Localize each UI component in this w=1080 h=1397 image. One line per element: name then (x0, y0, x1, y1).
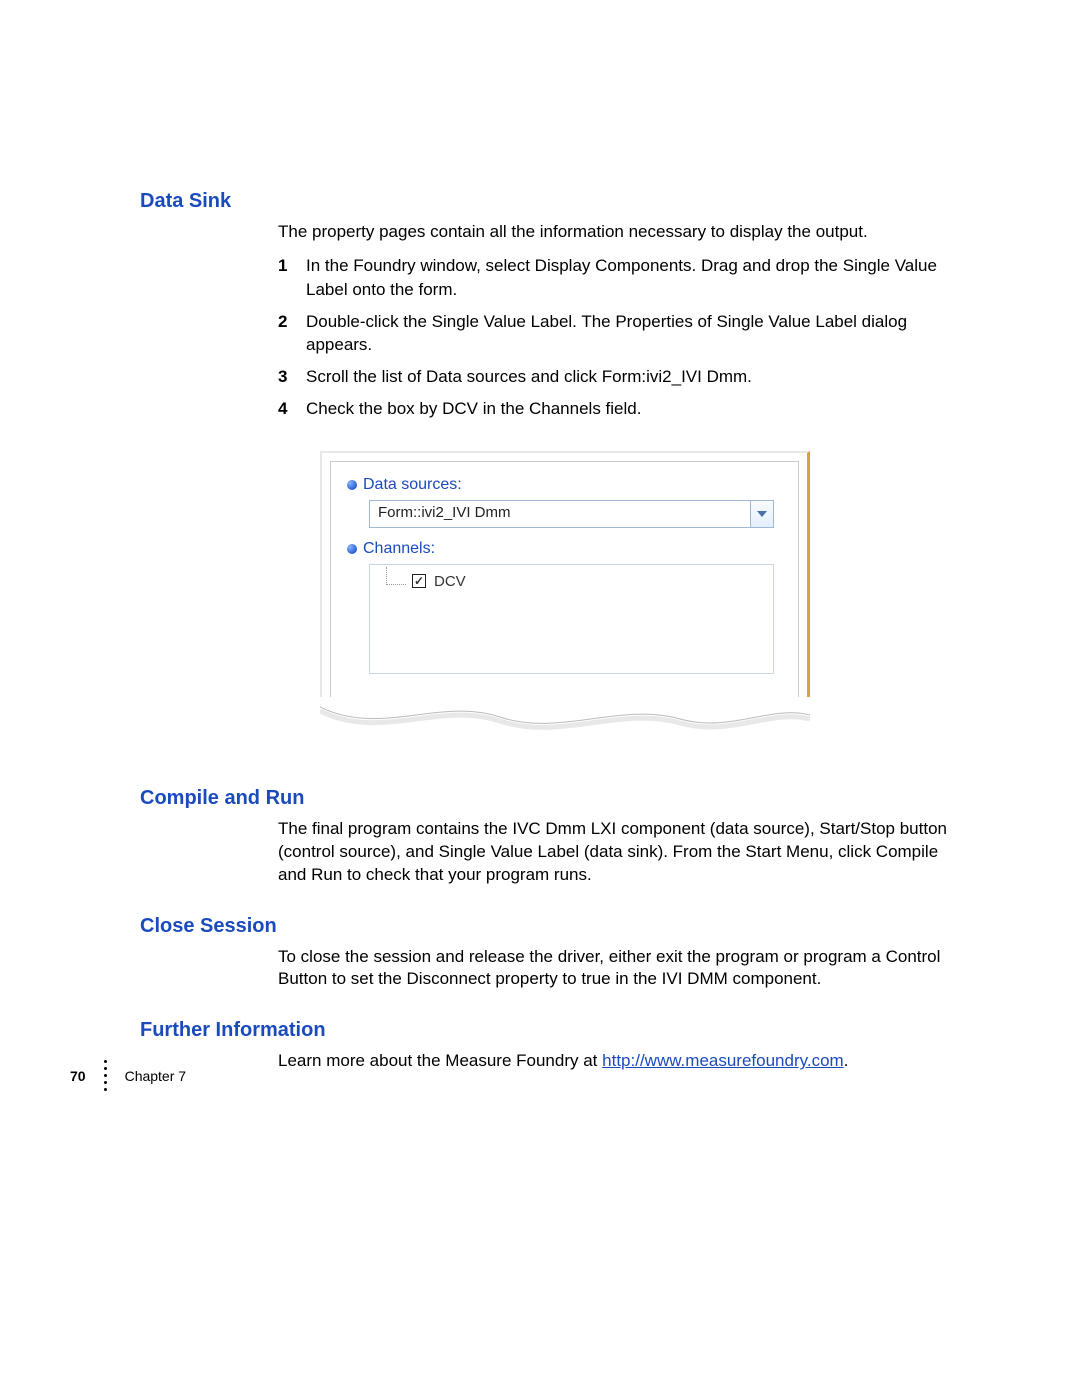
page-footer: 70 Chapter 7 (70, 1060, 770, 1091)
intro-text: The property pages contain all the infor… (278, 221, 950, 244)
dropdown-value: Form::ivi2_IVI Dmm (370, 501, 751, 527)
step-2: 2 Double-click the Single Value Label. T… (278, 310, 950, 358)
heading-further-info: Further Information (140, 1019, 950, 1042)
label-text: Channels: (363, 540, 435, 558)
text-suffix: . (844, 1051, 849, 1070)
dropdown-data-sources[interactable]: Form::ivi2_IVI Dmm (369, 500, 774, 528)
step-number: 3 (278, 365, 306, 389)
checkbox-dcv[interactable]: ✓ (412, 574, 426, 588)
chevron-down-icon[interactable] (751, 501, 773, 527)
step-number: 2 (278, 310, 306, 358)
channels-listbox[interactable]: ✓ DCV (369, 564, 774, 674)
torn-edge-decoration (320, 697, 810, 747)
body-text: To close the session and release the dri… (278, 946, 950, 992)
section-compile-run: Compile and Run The final program contai… (140, 787, 950, 887)
label-channels: Channels: (347, 540, 782, 558)
bullet-icon (347, 480, 357, 490)
step-4: 4 Check the box by DCV in the Channels f… (278, 397, 950, 421)
section-data-sink: Data Sink The property pages contain all… (140, 190, 950, 747)
heading-data-sink: Data Sink (140, 190, 950, 213)
section-close-session: Close Session To close the session and r… (140, 915, 950, 992)
step-3: 3 Scroll the list of Data sources and cl… (278, 365, 950, 389)
dialog-panel: Data sources: Form::ivi2_IVI Dmm Channel… (330, 461, 799, 703)
channel-label: DCV (434, 573, 466, 590)
figure-properties-dialog: Data sources: Form::ivi2_IVI Dmm Channel… (320, 451, 810, 747)
heading-close-session: Close Session (140, 915, 950, 938)
label-text: Data sources: (363, 476, 462, 494)
step-text: Check the box by DCV in the Channels fie… (306, 397, 950, 421)
bullet-icon (347, 544, 357, 554)
step-text: Double-click the Single Value Label. The… (306, 310, 950, 358)
channel-item-dcv[interactable]: ✓ DCV (380, 573, 763, 590)
step-number: 1 (278, 254, 306, 302)
page-number: 70 (70, 1068, 86, 1084)
dialog-frame: Data sources: Form::ivi2_IVI Dmm Channel… (320, 451, 810, 703)
heading-compile-run: Compile and Run (140, 787, 950, 810)
label-data-sources: Data sources: (347, 476, 782, 494)
tree-elbow-icon (386, 567, 406, 585)
chapter-label: Chapter 7 (125, 1068, 186, 1084)
body-text: The final program contains the IVC Dmm L… (278, 818, 950, 887)
step-number: 4 (278, 397, 306, 421)
step-1: 1 In the Foundry window, select Display … (278, 254, 950, 302)
step-text: Scroll the list of Data sources and clic… (306, 365, 950, 389)
dots-divider-icon (104, 1060, 107, 1091)
steps-list: 1 In the Foundry window, select Display … (278, 254, 950, 421)
step-text: In the Foundry window, select Display Co… (306, 254, 950, 302)
